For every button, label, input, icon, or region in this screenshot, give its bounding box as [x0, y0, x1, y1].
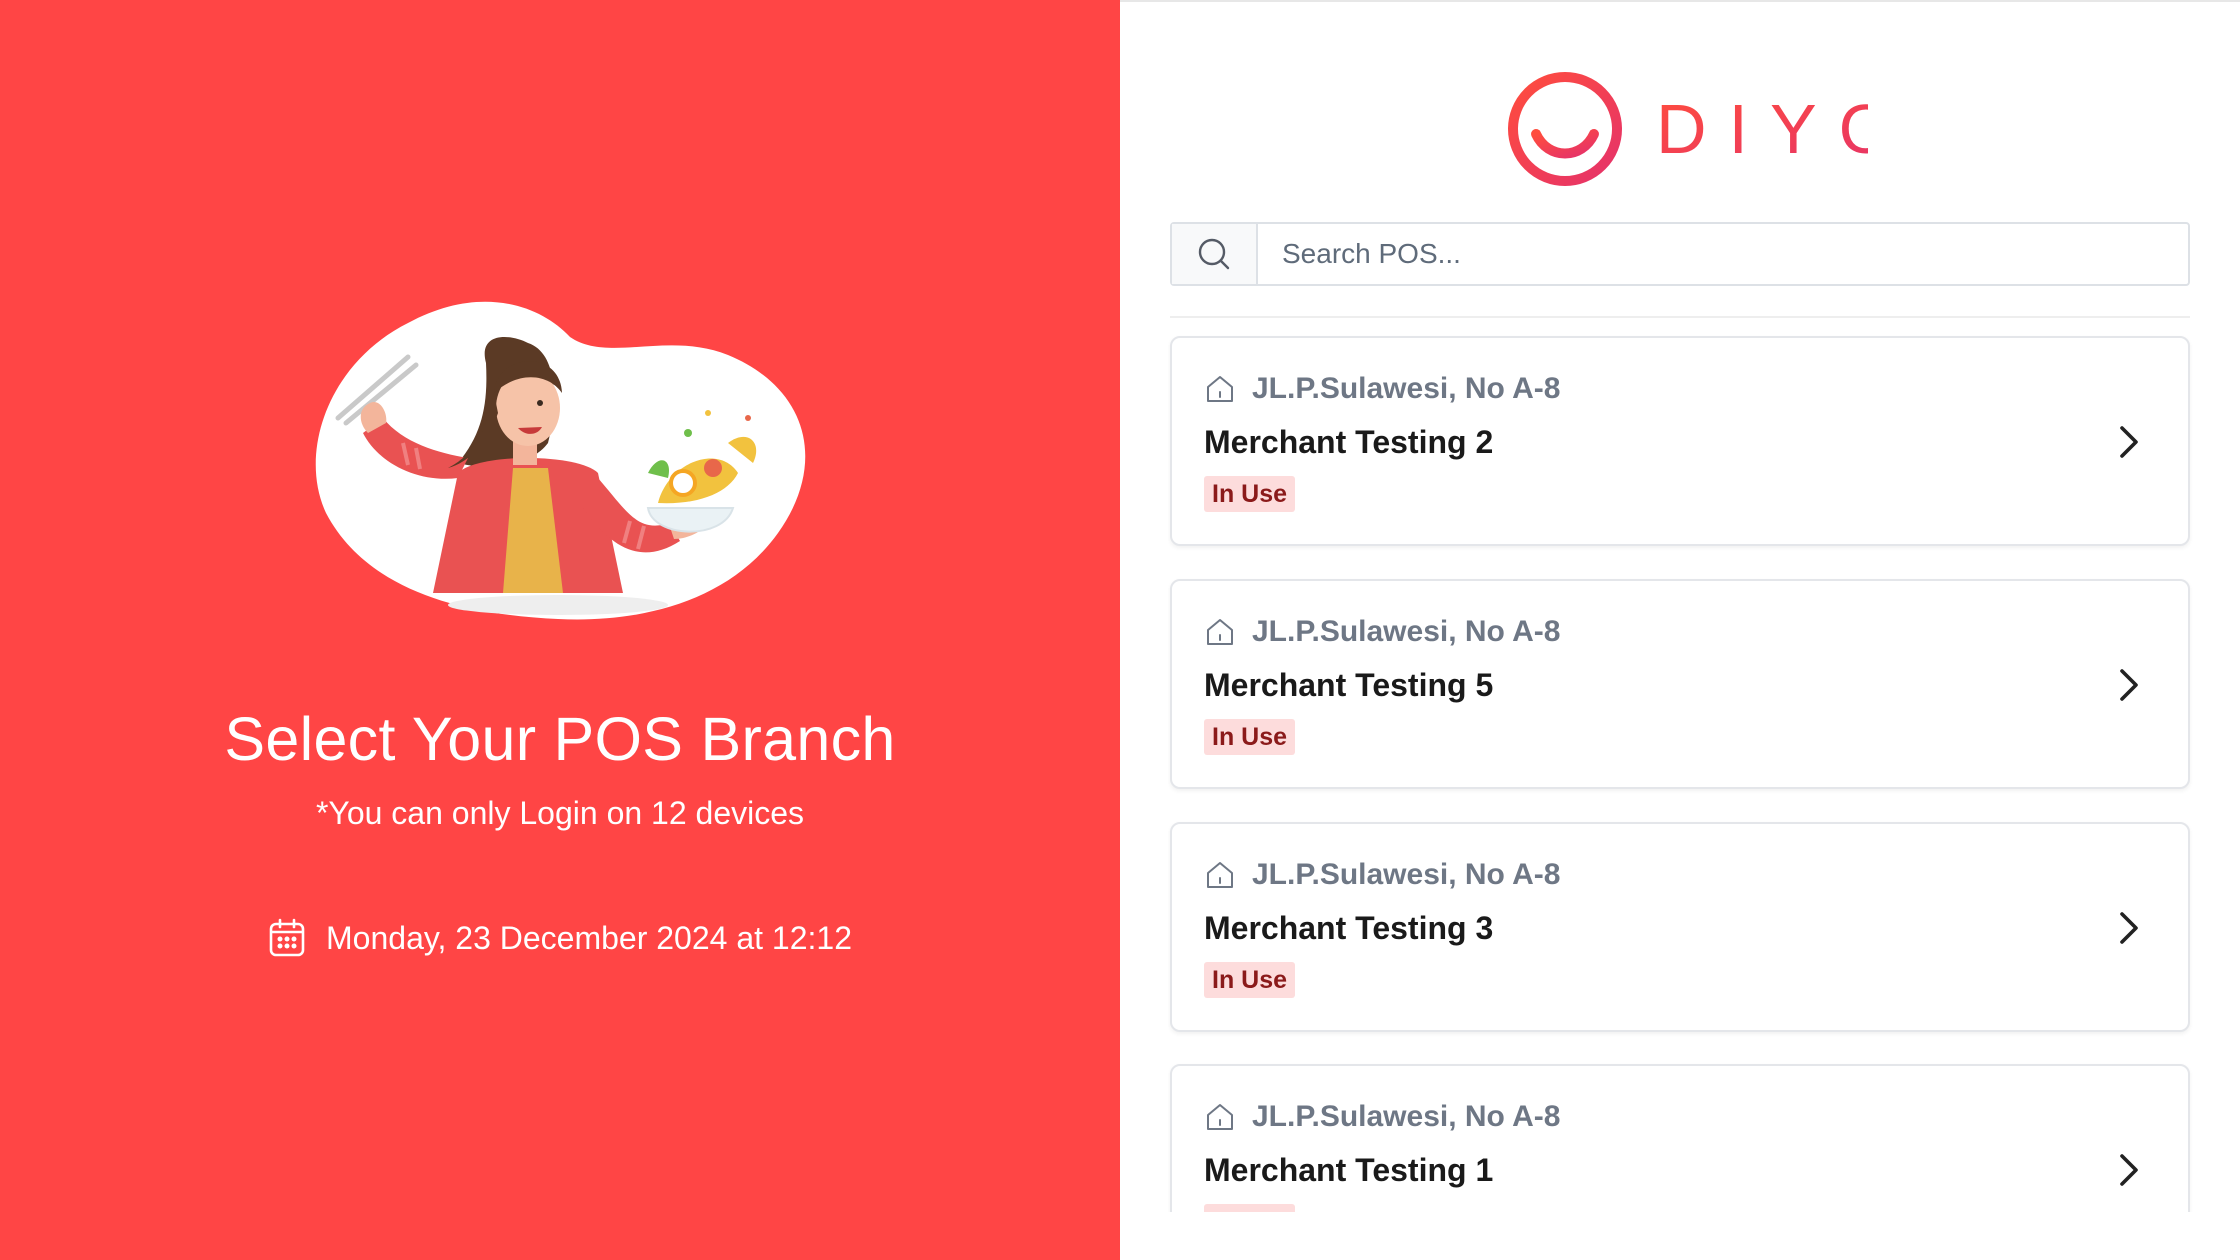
status-badge: In Use — [1204, 962, 1296, 998]
chef-woman-illustration — [315, 301, 806, 620]
datetime-row: Monday, 23 December 2024 at 12:12 — [0, 918, 1120, 958]
branch-card[interactable]: JL.P.Sulawesi, No A-8 Merchant Testing 5… — [1170, 579, 2190, 789]
branch-name: Merchant Testing 3 — [1204, 910, 1494, 946]
chevron-right-icon[interactable] — [2114, 422, 2142, 462]
branch-address: JL.P.Sulawesi, No A-8 — [1252, 1100, 1561, 1133]
branch-address-row: JL.P.Sulawesi, No A-8 — [1204, 372, 1560, 406]
store-icon — [1207, 619, 1233, 645]
branch-card[interactable]: JL.P.Sulawesi, No A-8 Merchant Testing 3… — [1170, 822, 2190, 1032]
branch-address: JL.P.Sulawesi, No A-8 — [1252, 858, 1561, 891]
chevron-right-icon[interactable] — [2114, 665, 2142, 705]
branch-address: JL.P.Sulawesi, No A-8 — [1252, 372, 1561, 405]
store-icon — [1207, 862, 1233, 888]
branch-card[interactable]: JL.P.Sulawesi, No A-8 Merchant Testing 2… — [1170, 336, 2190, 546]
chevron-right-icon[interactable] — [2114, 908, 2142, 948]
search-input[interactable] — [1258, 224, 2188, 284]
branch-name: Merchant Testing 5 — [1204, 667, 1494, 703]
current-datetime: Monday, 23 December 2024 at 12:12 — [326, 919, 852, 956]
status-badge: In Use — [1204, 719, 1296, 755]
right-panel: DIYO JL.P.Sulawesi, No A-8 Merchant Test… — [1120, 0, 2240, 1260]
diyo-logo: DIYO — [1508, 72, 1868, 186]
store-icon — [1207, 376, 1233, 402]
branch-address: JL.P.Sulawesi, No A-8 — [1252, 615, 1561, 648]
svg-text:DIYO: DIYO — [1656, 90, 1868, 168]
calendar-icon — [269, 918, 305, 957]
page-title: Select Your POS Branch — [224, 705, 896, 773]
search-icon — [1198, 238, 1230, 270]
branch-address-row: JL.P.Sulawesi, No A-8 — [1204, 858, 1560, 892]
chevron-right-icon[interactable] — [2114, 1150, 2142, 1190]
divider — [1170, 316, 2190, 318]
branch-name: Merchant Testing 1 — [1204, 1152, 1494, 1188]
search-box — [1170, 222, 2190, 286]
branch-name: Merchant Testing 2 — [1204, 424, 1494, 460]
store-icon — [1207, 1104, 1233, 1130]
device-limit-note: *You can only Login on 12 devices — [315, 795, 805, 831]
branch-address-row: JL.P.Sulawesi, No A-8 — [1204, 615, 1560, 649]
branch-list[interactable]: JL.P.Sulawesi, No A-8 Merchant Testing 2… — [1168, 332, 2196, 1212]
search-button[interactable] — [1172, 224, 1258, 284]
status-badge: In Use — [1204, 1204, 1296, 1212]
branch-address-row: JL.P.Sulawesi, No A-8 — [1204, 1100, 1560, 1134]
status-badge: In Use — [1204, 476, 1296, 512]
left-panel: Select Your POS Branch *You can only Log… — [0, 0, 1120, 1260]
branch-card[interactable]: JL.P.Sulawesi, No A-8 Merchant Testing 1… — [1170, 1064, 2190, 1212]
